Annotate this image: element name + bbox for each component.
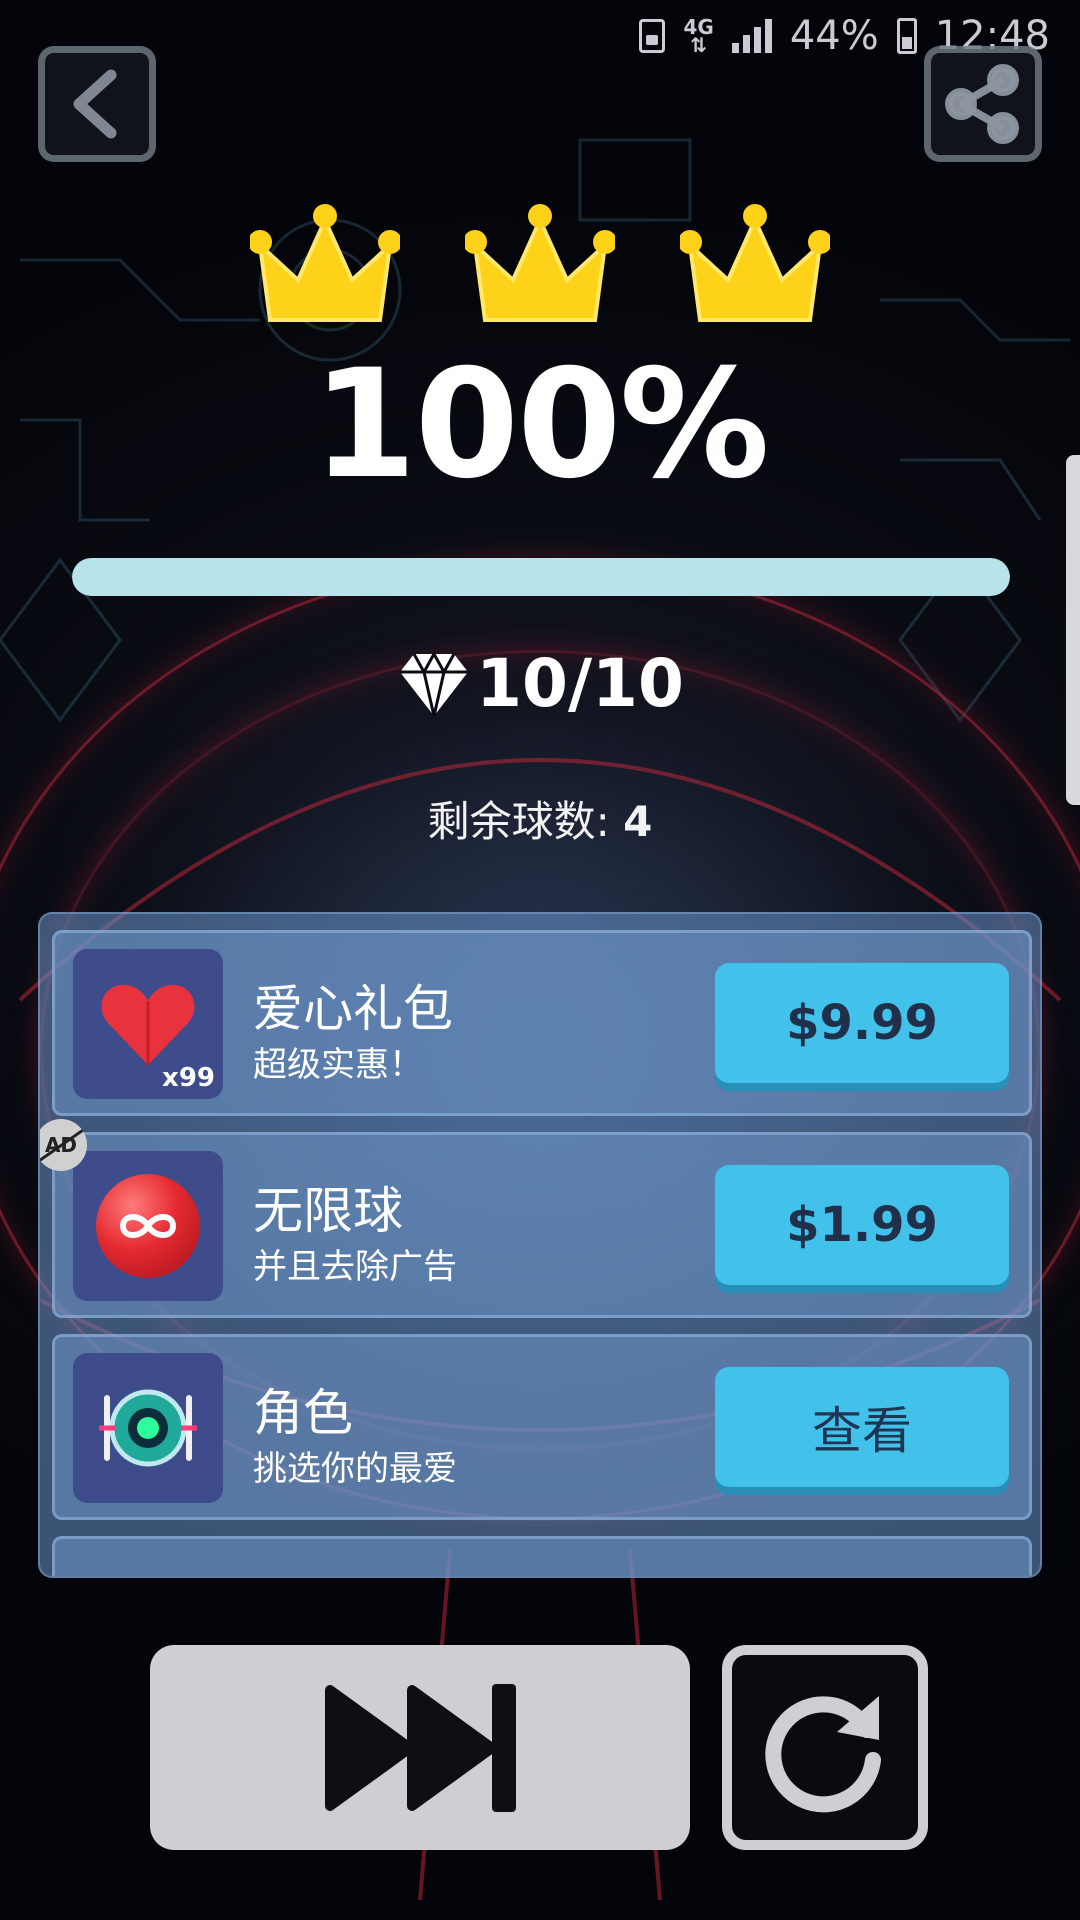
shop-item-infinite-balls[interactable]: AD 无限球 并且去除广告 $1.99 — [40, 1119, 1032, 1318]
sim-card-icon — [639, 19, 666, 53]
share-icon — [945, 64, 1019, 144]
balls-remaining: 剩余球数: 4 — [0, 788, 1080, 849]
item-title: 角色 — [253, 1384, 353, 1442]
item-subtitle: 挑选你的最爱 — [253, 1449, 457, 1489]
battery-icon — [896, 18, 917, 54]
crown-icon — [465, 204, 615, 322]
balls-remaining-value: 4 — [623, 797, 653, 846]
item-subtitle: 超级实惠！ — [253, 1045, 423, 1085]
diamond-icon — [400, 650, 469, 716]
item-subtitle: 并且去除广告 — [253, 1247, 457, 1287]
shop-item-characters[interactable]: 角色 挑选你的最爱 查看 — [52, 1334, 1032, 1520]
buy-infinite-balls-button[interactable]: $1.99 — [715, 1165, 1009, 1285]
progress-fill — [72, 558, 1010, 596]
network-type: 4G ⇅ — [683, 15, 714, 57]
side-scroll-handle[interactable] — [1066, 455, 1080, 805]
battery-percent: 44% — [789, 13, 879, 59]
signal-icon — [731, 19, 772, 53]
heart-icon — [101, 984, 195, 1065]
infinite-balls-tile — [73, 1151, 223, 1301]
next-level-button[interactable] — [150, 1645, 690, 1850]
replay-icon — [765, 1695, 881, 1812]
shop-item-partial[interactable] — [52, 1536, 1032, 1576]
infinity-ball-icon — [96, 1174, 200, 1278]
completion-percent: 100% — [312, 338, 769, 512]
share-button[interactable] — [924, 46, 1042, 162]
progress-bar — [72, 558, 1010, 596]
replay-button[interactable] — [722, 1645, 928, 1850]
item-title: 无限球 — [253, 1182, 403, 1240]
quantity-badge: x99 — [162, 1063, 215, 1093]
skip-forward-icon — [325, 1683, 516, 1812]
back-arrow-icon — [73, 69, 117, 139]
gem-counter: 10/10 — [0, 645, 1080, 722]
game-result-screen: 4G ⇅ 44% 12:48 100% 10/10 剩余球数: 4 x99 爱心… — [0, 0, 1080, 1920]
shop-item-heart-pack[interactable]: x99 爱心礼包 超级实惠！ $9.99 — [52, 930, 1032, 1116]
heart-pack-tile: x99 — [73, 949, 223, 1099]
balls-remaining-label: 剩余球数: — [427, 797, 610, 846]
back-button[interactable] — [38, 46, 156, 162]
shop-panel[interactable]: x99 爱心礼包 超级实惠！ $9.99 AD 无限球 并且去除广告 $1.99 — [38, 912, 1042, 1578]
gem-count: 10/10 — [476, 645, 684, 722]
robot-character-icon — [99, 1389, 197, 1467]
view-characters-button[interactable]: 查看 — [715, 1367, 1009, 1487]
status-bar: 4G ⇅ 44% 12:48 — [0, 0, 1080, 72]
character-tile — [73, 1353, 223, 1503]
crown-icon — [680, 204, 830, 322]
crown-rating — [250, 200, 830, 340]
item-title: 爱心礼包 — [253, 980, 453, 1038]
crown-icon — [250, 204, 400, 322]
buy-heart-pack-button[interactable]: $9.99 — [715, 963, 1009, 1083]
